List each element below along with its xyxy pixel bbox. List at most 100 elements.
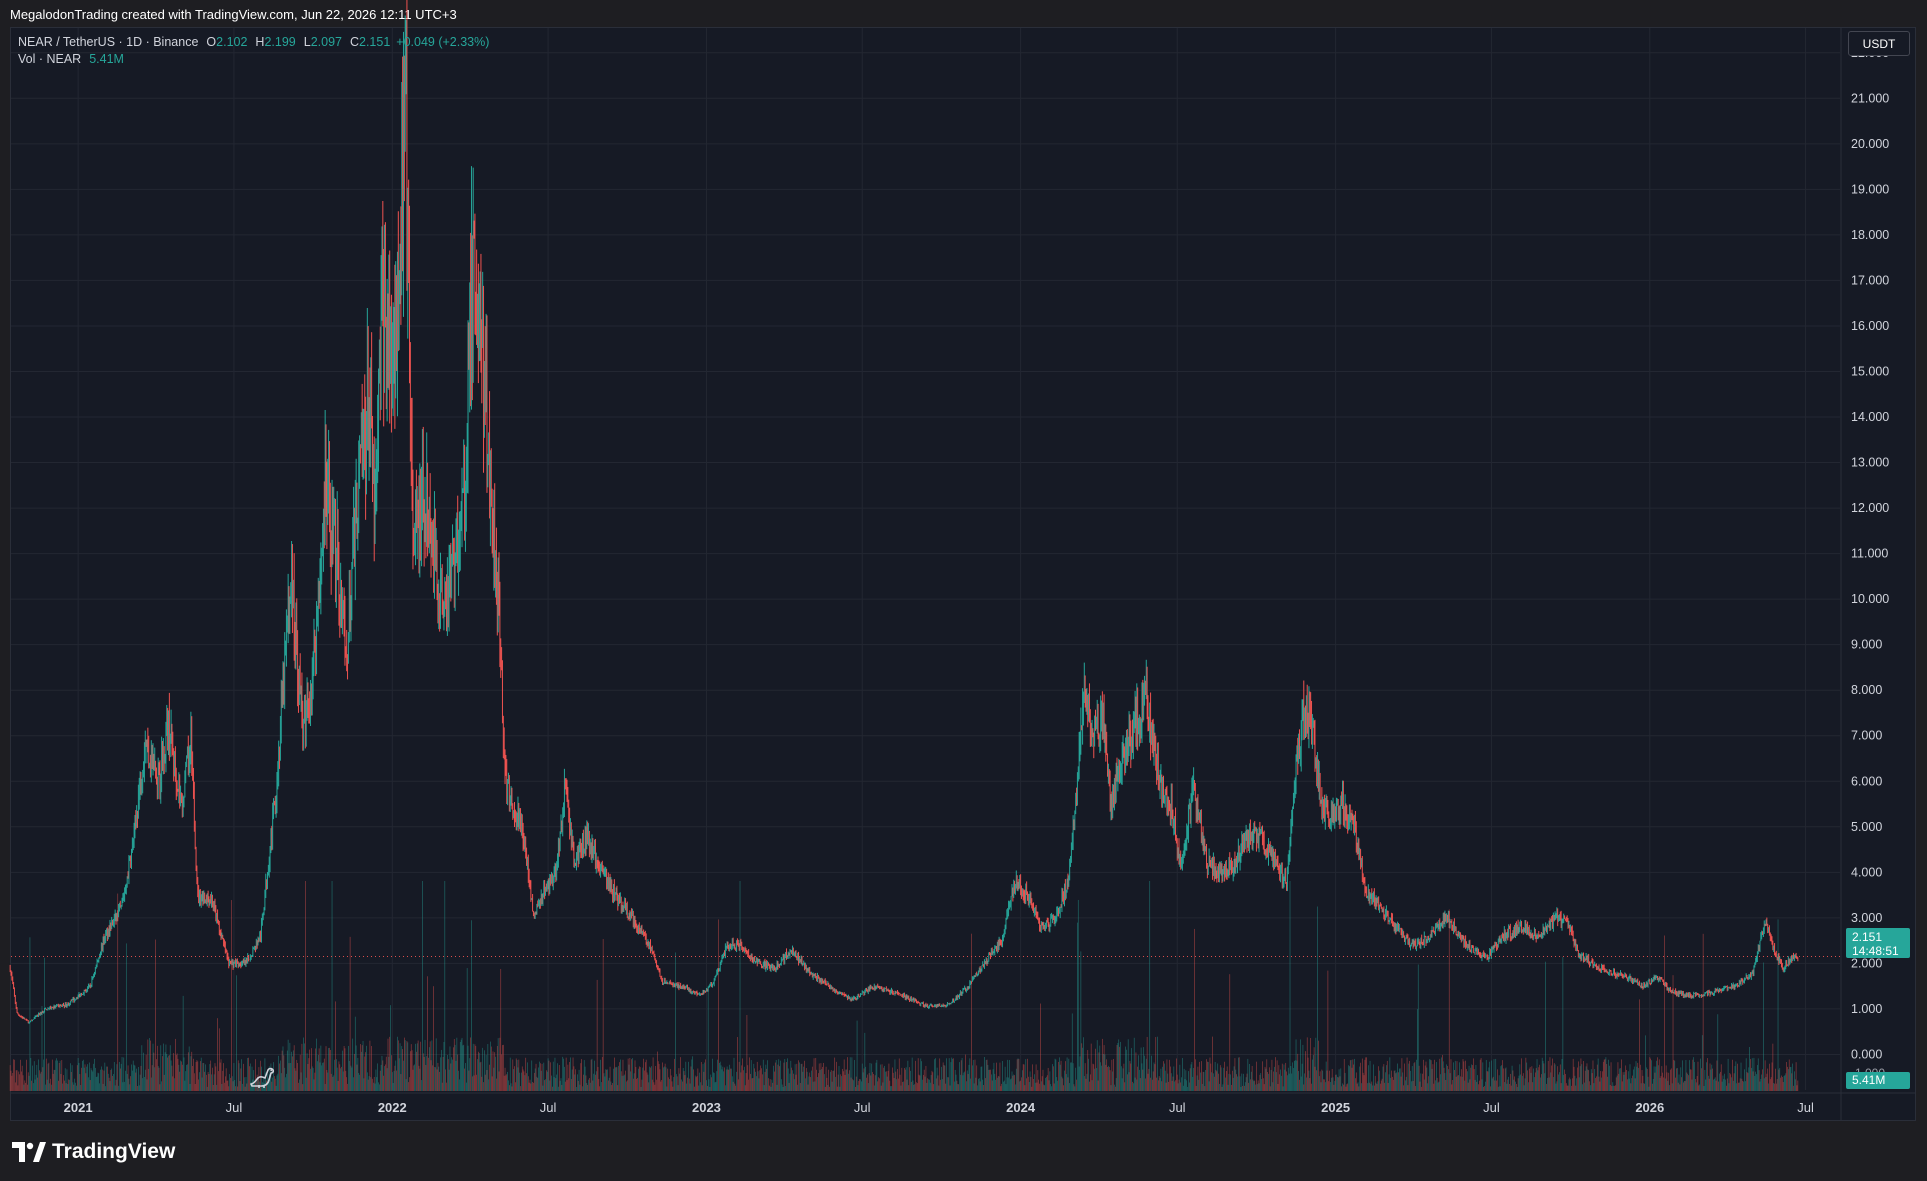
volume-bar — [1637, 1062, 1639, 1091]
symbol-name[interactable]: NEAR / TetherUS · 1D · Binance — [18, 34, 198, 51]
volume-bar — [1709, 1063, 1711, 1091]
volume-bar — [27, 1072, 29, 1091]
volume-bar — [748, 1079, 749, 1091]
volume-bar — [1262, 1078, 1264, 1091]
volume-bar — [1374, 1085, 1375, 1091]
volume-bar — [1769, 1063, 1770, 1091]
volume-bar — [1327, 970, 1329, 1091]
volume-bar — [175, 1038, 176, 1091]
volume-bar — [349, 936, 351, 1091]
volume-bar — [1075, 1067, 1077, 1091]
volume-bar — [1468, 1065, 1470, 1091]
tradingview-brand[interactable]: TradingView — [12, 1139, 175, 1165]
volume-bar — [1074, 1086, 1076, 1091]
volume-bar — [1280, 1069, 1281, 1091]
volume-bar — [64, 1068, 66, 1091]
volume-bar — [1602, 1061, 1604, 1091]
volume-bar — [1669, 1085, 1670, 1091]
volume-bar — [1172, 1076, 1174, 1091]
volume-bar — [1227, 1084, 1229, 1091]
volume-bar — [46, 1079, 48, 1091]
volume-bar — [1171, 1080, 1173, 1091]
volume-bar — [1386, 1060, 1388, 1091]
volume-bar — [836, 1086, 838, 1091]
close-label: C — [349, 35, 359, 49]
currency-unit-button[interactable]: USDT — [1848, 31, 1910, 56]
volume-bar — [707, 988, 709, 1091]
volume-bar — [230, 900, 232, 1091]
volume-bar — [1296, 1060, 1298, 1091]
dinosaur-icon[interactable] — [248, 1060, 278, 1090]
volume-bar — [869, 1063, 871, 1091]
volume-bar — [1384, 1082, 1386, 1091]
volume-bar — [1071, 1062, 1072, 1091]
volume-bar — [1608, 1065, 1610, 1091]
volume-bar — [687, 1077, 688, 1091]
volume-bar — [725, 1085, 726, 1091]
volume-bar — [1531, 1066, 1533, 1091]
volume-bar — [1140, 1047, 1142, 1091]
volume-bar — [484, 1074, 486, 1091]
volume-bar — [361, 1045, 363, 1091]
volume-bar — [940, 1079, 941, 1091]
volume-bar — [490, 1041, 491, 1091]
volume-bar — [1407, 1085, 1409, 1091]
volume-bar — [961, 1058, 963, 1091]
volume-bar — [1587, 1069, 1589, 1091]
volume-bar — [390, 1005, 391, 1091]
volume-bar — [1034, 1074, 1035, 1091]
volume-bar — [1022, 1064, 1024, 1091]
volume-bar — [429, 1041, 431, 1091]
volume-bar — [382, 1060, 384, 1091]
volume-bar — [1225, 1070, 1227, 1091]
volume-bar — [1432, 1064, 1434, 1091]
volume-bar — [1656, 1060, 1658, 1091]
volume-bar — [62, 1083, 63, 1091]
volume-bar — [157, 1066, 159, 1091]
volume-bar — [1624, 1071, 1626, 1091]
volume-bar — [1651, 1060, 1652, 1091]
volume-bar — [500, 968, 502, 1091]
volume-bar — [1470, 1067, 1472, 1091]
volume-bar — [1748, 1067, 1750, 1091]
volume-bar — [903, 1081, 904, 1091]
volume-bar — [1724, 1073, 1726, 1091]
volume-bar — [1294, 1060, 1296, 1091]
volume-bar — [1605, 1057, 1607, 1091]
volume-bar — [1035, 1064, 1037, 1091]
volume-bar — [1448, 909, 1450, 1091]
volume-bar — [20, 1071, 22, 1091]
volume-bar — [519, 1072, 521, 1091]
volume-bar — [1708, 1078, 1710, 1091]
volume-label[interactable]: Vol · NEAR — [18, 51, 81, 68]
volume-bar — [1059, 1064, 1061, 1091]
volume-bar — [398, 1058, 400, 1091]
price-chart[interactable]: 0.0001.0002.0003.0004.0005.0006.0007.000… — [0, 0, 1927, 1181]
volume-bar — [1297, 1053, 1299, 1091]
volume-bar — [1076, 1079, 1077, 1091]
volume-bar — [757, 1071, 759, 1091]
volume-bar — [1449, 1073, 1451, 1091]
volume-bar — [1287, 1075, 1288, 1091]
volume-bar — [232, 1081, 234, 1091]
volume-bar — [229, 1074, 230, 1091]
volume-bar — [184, 1080, 186, 1091]
volume-bar — [1681, 1077, 1682, 1091]
volume-bar — [1497, 1069, 1498, 1091]
volume-bar — [434, 1067, 436, 1091]
volume-bar — [1349, 1060, 1351, 1091]
volume-bar — [1615, 1085, 1616, 1091]
volume-bar — [535, 1063, 537, 1091]
volume-bar — [1568, 1079, 1570, 1091]
volume-bar — [775, 1059, 777, 1091]
volume-bar — [1688, 1075, 1689, 1091]
volume-bar — [604, 1076, 606, 1091]
volume-bar — [94, 1067, 96, 1091]
volume-bar — [410, 1051, 411, 1091]
volume-bar — [793, 1079, 795, 1091]
volume-bar — [965, 1054, 966, 1091]
volume-bar — [1243, 1073, 1244, 1091]
volume-bar — [1556, 1081, 1558, 1091]
volume-bar — [1714, 1077, 1716, 1091]
volume-bar — [779, 1066, 780, 1091]
